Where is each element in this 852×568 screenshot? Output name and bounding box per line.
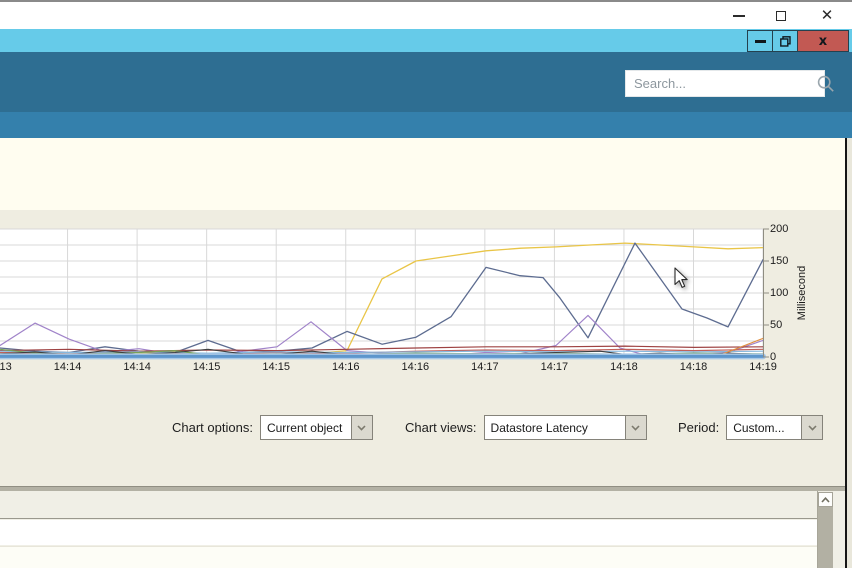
chevron-down-icon[interactable] — [625, 416, 646, 439]
session-restore-button[interactable] — [773, 31, 798, 51]
chart-views-label: Chart views: — [405, 420, 477, 435]
chevron-up-icon — [821, 497, 830, 503]
outer-close-button[interactable]: ✕ — [810, 2, 844, 29]
chart-options-group: Chart options: Current object — [172, 415, 373, 440]
x-tick-label: 14:17 — [471, 361, 499, 373]
period-label: Period: — [678, 420, 719, 435]
search-box — [625, 70, 825, 97]
x-tick-label: 14:18 — [680, 361, 708, 373]
scroll-up-button[interactable] — [818, 492, 833, 507]
details-row — [0, 520, 817, 545]
session-titlebar: x — [0, 29, 852, 52]
content-canvas — [0, 138, 845, 210]
y-axis-title: Millisecond — [796, 233, 812, 353]
x-tick-label: 14:15 — [193, 361, 221, 373]
restore-icon — [780, 36, 791, 47]
chart-views-select[interactable]: Datastore Latency — [484, 415, 647, 440]
close-icon: x — [819, 35, 827, 48]
chart-options-label: Chart options: — [172, 420, 253, 435]
chevron-down-icon[interactable] — [801, 416, 822, 439]
x-tick-label: 14:13 — [0, 361, 12, 373]
nav-bar — [0, 112, 852, 138]
x-tick-label: 14:17 — [541, 361, 569, 373]
x-tick-label: 14:16 — [402, 361, 430, 373]
y-tick-label: 150 — [770, 255, 788, 267]
chevron-down-icon[interactable] — [351, 416, 372, 439]
y-tick-label: 50 — [770, 319, 782, 331]
details-header-row — [0, 491, 817, 519]
x-tick-label: 14:14 — [54, 361, 82, 373]
chart-options-select[interactable]: Current object — [260, 415, 373, 440]
y-tick-label: 100 — [770, 287, 788, 299]
app-header — [0, 52, 852, 112]
latency-chart-svg — [0, 229, 852, 357]
minimize-icon — [755, 40, 766, 43]
session-close-button[interactable]: x — [798, 31, 848, 51]
outer-maximize-button[interactable] — [764, 2, 798, 29]
chart-views-group: Chart views: Datastore Latency — [405, 415, 647, 440]
details-panel — [0, 491, 845, 568]
period-select[interactable]: Custom... — [726, 415, 823, 440]
x-tick-label: 14:18 — [610, 361, 638, 373]
outer-titlebar: ✕ — [0, 2, 852, 29]
maximize-icon — [776, 11, 786, 21]
chart-views-value: Datastore Latency — [485, 416, 625, 439]
x-tick-label: 14:16 — [332, 361, 360, 373]
period-value: Custom... — [727, 416, 801, 439]
scrollbar-thumb[interactable] — [818, 507, 833, 568]
details-row — [0, 546, 817, 568]
y-tick-label: 200 — [770, 223, 788, 235]
search-icon[interactable] — [816, 74, 836, 94]
session-minimize-button[interactable] — [748, 31, 773, 51]
chart-options-value: Current object — [261, 416, 351, 439]
period-group: Period: Custom... — [678, 415, 823, 440]
search-input[interactable] — [626, 76, 816, 91]
outer-minimize-button[interactable] — [722, 2, 756, 29]
minimize-icon — [733, 15, 745, 17]
x-tick-label: 14:19 — [749, 361, 777, 373]
x-tick-label: 14:14 — [123, 361, 151, 373]
session-window-controls: x — [747, 30, 849, 52]
screen: ✕ x — [0, 0, 852, 568]
performance-chart: 050100150200 14:1314:1414:1414:1514:1514… — [0, 229, 845, 379]
close-icon: ✕ — [821, 8, 834, 23]
window-edge-margin — [847, 138, 852, 568]
mouse-cursor — [674, 267, 689, 289]
x-tick-label: 14:15 — [262, 361, 290, 373]
